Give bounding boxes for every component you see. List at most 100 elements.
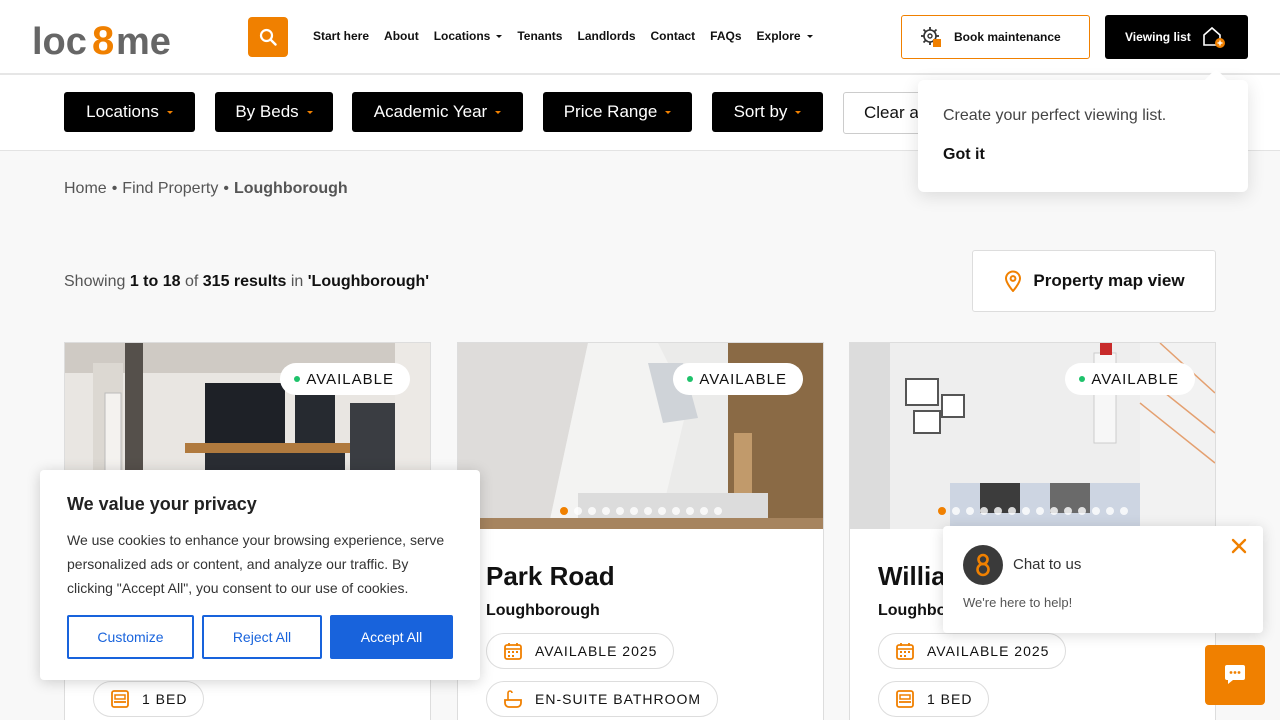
feature-pill-label: 1 BED — [927, 691, 973, 707]
carousel-dot[interactable] — [1105, 507, 1114, 515]
breadcrumb-separator: • — [111, 180, 118, 197]
book-maintenance-label: Book maintenance — [954, 30, 1061, 44]
feature-pill: EN-SUITE BATHROOM — [486, 681, 719, 717]
loc8me-logo[interactable]: loc 8 me — [32, 16, 174, 60]
feature-pill: AVAILABLE 2025 — [878, 633, 1067, 669]
bath-icon — [504, 690, 522, 708]
status-dot-icon — [1079, 376, 1086, 382]
nav-tenants[interactable]: Tenants — [517, 29, 562, 43]
filter-academic-year-button[interactable]: Academic Year — [352, 92, 523, 132]
carousel-dot[interactable] — [1021, 507, 1030, 515]
carousel-dot[interactable] — [1007, 507, 1016, 515]
nav-landlords[interactable]: Landlords — [577, 29, 635, 43]
viewing-list-button[interactable]: Viewing list — [1105, 15, 1248, 59]
book-maintenance-button[interactable]: Book maintenance — [901, 15, 1090, 59]
calendar-icon — [504, 643, 522, 660]
carousel-dot[interactable] — [643, 507, 652, 515]
carousel-dot[interactable] — [629, 507, 638, 515]
carousel-dot[interactable] — [1119, 507, 1128, 515]
carousel-dot[interactable] — [657, 507, 666, 515]
chevron-down-icon — [496, 35, 503, 39]
carousel-dot[interactable] — [1091, 507, 1100, 515]
availability-badge: AVAILABLE — [1065, 363, 1195, 395]
carousel-dot[interactable] — [559, 507, 568, 515]
clear-filters-label: Clear a — [864, 103, 919, 122]
breadcrumb-home[interactable]: Home — [64, 180, 107, 197]
search-button[interactable] — [248, 17, 288, 57]
carousel-dot[interactable] — [601, 507, 610, 515]
cookie-reject-all-button[interactable]: Reject All — [202, 615, 322, 659]
map-pin-icon — [1005, 270, 1022, 292]
chat-subtitle: We're here to help! — [963, 595, 1073, 610]
search-icon — [259, 28, 277, 46]
nav-start-here[interactable]: Start here — [313, 29, 369, 43]
carousel-dot[interactable] — [713, 507, 722, 515]
chevron-down-icon — [795, 110, 802, 114]
property-photo[interactable]: AVAILABLE — [458, 343, 823, 529]
feature-pill: AVAILABLE 2025 — [486, 633, 675, 669]
bed-icon — [111, 690, 129, 708]
photo-carousel-dots[interactable] — [458, 507, 823, 515]
carousel-dot[interactable] — [1063, 507, 1072, 515]
results-in: in — [290, 273, 304, 290]
results-summary: Showing 1 to 18 of 315 results in 'Lough… — [64, 273, 429, 291]
cookie-consent-banner: We value your privacy We use cookies to … — [40, 470, 480, 680]
carousel-dot[interactable] — [937, 507, 946, 515]
filter-price-range-label: Price Range — [563, 102, 658, 121]
sort-by-button[interactable]: Sort by — [712, 92, 823, 132]
results-range: 1 to 18 — [129, 273, 181, 290]
svg-text:me: me — [116, 21, 171, 60]
breadcrumb-current: Loughborough — [233, 180, 348, 197]
viewing-list-popover: Create your perfect viewing list. Got it — [918, 68, 1248, 192]
cookie-accept-all-button[interactable]: Accept All — [330, 615, 453, 659]
filter-beds-label: By Beds — [235, 102, 299, 121]
nav-contact[interactable]: Contact — [651, 29, 696, 43]
property-map-view-button[interactable]: Property map view — [972, 250, 1216, 312]
chevron-down-icon — [166, 110, 173, 114]
carousel-dot[interactable] — [1035, 507, 1044, 515]
breadcrumb-find-property[interactable]: Find Property — [122, 180, 218, 197]
carousel-dot[interactable] — [587, 507, 596, 515]
carousel-dot[interactable] — [615, 507, 624, 515]
filter-beds-button[interactable]: By Beds — [215, 92, 333, 132]
property-title[interactable]: Park Road — [486, 561, 615, 592]
availability-text: AVAILABLE — [306, 370, 394, 388]
nav-locations[interactable]: Locations — [434, 29, 503, 43]
sort-by-label: Sort by — [733, 102, 788, 121]
nav-locations-label: Locations — [433, 29, 491, 43]
close-icon[interactable] — [1229, 536, 1249, 556]
carousel-dot[interactable] — [979, 507, 988, 515]
property-photo[interactable]: AVAILABLE — [850, 343, 1215, 529]
carousel-dot[interactable] — [699, 507, 708, 515]
chevron-down-icon — [495, 110, 502, 114]
carousel-dot[interactable] — [1049, 507, 1058, 515]
filter-academic-year-label: Academic Year — [373, 102, 488, 121]
cookie-customize-button[interactable]: Customize — [67, 615, 194, 659]
filter-locations-button[interactable]: Locations — [64, 92, 195, 132]
carousel-dot[interactable] — [573, 507, 582, 515]
filter-price-range-button[interactable]: Price Range — [543, 92, 692, 132]
feature-pill-label: EN-SUITE BATHROOM — [535, 691, 702, 707]
popover-got-it-button[interactable]: Got it — [943, 146, 985, 164]
nav-explore[interactable]: Explore — [757, 29, 813, 43]
property-town: Loughborough — [486, 602, 600, 619]
carousel-dot[interactable] — [1077, 507, 1086, 515]
nav-faqs[interactable]: FAQs — [710, 29, 741, 43]
chat-launcher-button[interactable] — [1205, 645, 1265, 705]
carousel-dot[interactable] — [993, 507, 1002, 515]
carousel-dot[interactable] — [951, 507, 960, 515]
results-total: 315 results — [202, 273, 287, 290]
chevron-down-icon — [306, 110, 313, 114]
cookie-body: We use cookies to enhance your browsing … — [67, 532, 445, 596]
photo-carousel-dots[interactable] — [850, 507, 1215, 515]
carousel-dot[interactable] — [685, 507, 694, 515]
feature-pill-label: AVAILABLE 2025 — [535, 643, 658, 659]
svg-text:loc: loc — [32, 21, 87, 60]
property-card[interactable]: AVAILABLE Park Road Loughborough AVAILAB… — [457, 342, 824, 720]
chat-popup[interactable]: Chat to us We're here to help! — [943, 526, 1263, 633]
carousel-dot[interactable] — [671, 507, 680, 515]
status-dot-icon — [294, 376, 301, 382]
nav-about[interactable]: About — [384, 29, 419, 43]
carousel-dot[interactable] — [965, 507, 974, 515]
bed-icon — [896, 690, 914, 708]
